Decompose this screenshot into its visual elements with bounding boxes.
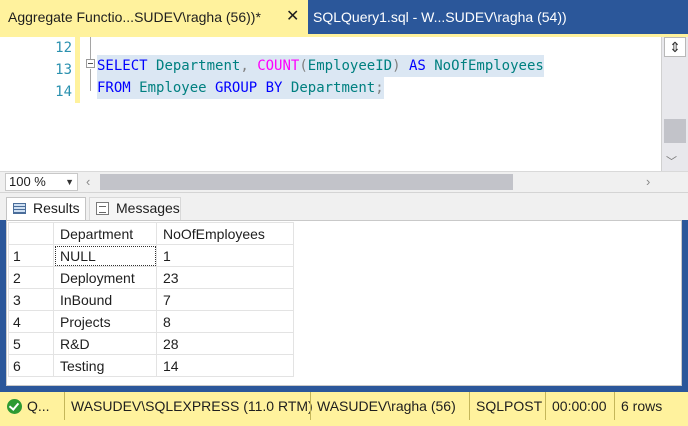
comma: , (240, 58, 249, 74)
cell-department[interactable]: InBound (53, 288, 157, 311)
row-count: 6 rows (614, 392, 662, 420)
document-tab-strip: Aggregate Functio...SUDEV\ragha (56))* ✕… (0, 0, 688, 34)
tab-results-label: Results (33, 200, 80, 216)
tab-messages-label: Messages (116, 200, 180, 216)
code-line-13[interactable]: SELECT Department, COUNT(EmployeeID) AS … (97, 55, 544, 77)
row-number[interactable]: 5 (8, 332, 54, 355)
row-number[interactable]: 3 (8, 288, 54, 311)
outline-guide (90, 37, 91, 59)
scroll-down-arrow-icon[interactable]: ﹀ (666, 153, 677, 169)
row-number-header[interactable] (8, 222, 54, 245)
editor-horizontal-bar: 100 % ▼ ‹ › (0, 171, 688, 192)
results-grid[interactable]: Department NoOfEmployees 1 NULL 1 2 Depl… (6, 220, 682, 386)
line-number: 13 (55, 62, 72, 78)
row-number[interactable]: 1 (8, 244, 54, 267)
query-editor[interactable]: 12 13 14 SELECT Department, COUNT(Employ… (0, 37, 688, 171)
identifier-department: Department (156, 58, 241, 74)
column-header-department[interactable]: Department (53, 222, 157, 245)
success-check-icon (7, 399, 22, 414)
row-number[interactable]: 4 (8, 310, 54, 333)
keyword-group-by: GROUP BY (215, 80, 283, 96)
editor-vertical-scrollbar[interactable]: ⇕ ﹀ (661, 37, 688, 171)
code-line-14[interactable]: FROM Employee GROUP BY Department; (97, 77, 384, 99)
table-row[interactable]: 3 InBound 7 (8, 288, 294, 311)
scroll-left-arrow-icon[interactable]: ‹ (86, 174, 90, 189)
tab-aggregate-functions[interactable]: Aggregate Functio...SUDEV\ragha (56))* ✕ (0, 0, 308, 34)
login-name: WASUDEV\ragha (56) (310, 392, 456, 420)
paren-close: ) (392, 58, 401, 74)
grid-icon (13, 203, 26, 214)
cell-count[interactable]: 1 (156, 244, 294, 267)
elapsed-time: 00:00:00 (545, 392, 607, 420)
column-header-noofemployees[interactable]: NoOfEmployees (156, 222, 294, 245)
table-row[interactable]: 1 NULL 1 (8, 244, 294, 267)
database-name: SQLPOST (469, 392, 542, 420)
scroll-right-arrow-icon[interactable]: › (646, 174, 650, 189)
row-number[interactable]: 2 (8, 266, 54, 289)
table-row[interactable]: 5 R&D 28 (8, 332, 294, 355)
header-row: Department NoOfEmployees (8, 222, 294, 245)
semicolon: ; (375, 80, 384, 96)
cell-count[interactable]: 28 (156, 332, 294, 355)
keyword-select: SELECT (97, 58, 148, 74)
keyword-as: AS (408, 58, 426, 74)
cell-count[interactable]: 23 (156, 266, 294, 289)
messages-icon (96, 202, 109, 215)
identifier-employeeid: EmployeeID (307, 58, 393, 74)
paren-open: ( (299, 58, 308, 74)
table-row[interactable]: 4 Projects 8 (8, 310, 294, 333)
cell-department[interactable]: NULL (53, 244, 157, 267)
identifier-department: Department (290, 80, 376, 96)
identifier-employee: Employee (139, 80, 207, 96)
server-name: WASUDEV\SQLEXPRESS (11.0 RTM) (64, 392, 313, 420)
changed-lines-indicator (75, 37, 80, 103)
query-status-bar: Q... WASUDEV\SQLEXPRESS (11.0 RTM) WASUD… (0, 392, 688, 426)
alias-noofemployees: NoOfEmployees (434, 58, 544, 74)
outline-guide (90, 69, 91, 91)
keyword-from: FROM (97, 80, 131, 96)
cell-count[interactable]: 14 (156, 354, 294, 377)
close-tab-button[interactable]: ✕ (286, 0, 299, 34)
cell-department[interactable]: Projects (53, 310, 157, 333)
split-view-button[interactable]: ⇕ (664, 37, 686, 57)
table-row[interactable]: 6 Testing 14 (8, 354, 294, 377)
cell-department[interactable]: R&D (53, 332, 157, 355)
horizontal-scrollbar-thumb[interactable] (100, 174, 513, 190)
tab-results[interactable]: Results (6, 197, 86, 220)
tab-label: SQLQuery1.sql - W...SUDEV\ragha (54)) (313, 9, 567, 25)
tab-sqlquery1[interactable]: SQLQuery1.sql - W...SUDEV\ragha (54)) (312, 0, 588, 34)
row-number[interactable]: 6 (8, 354, 54, 377)
cell-department[interactable]: Deployment (53, 266, 157, 289)
collapse-region-icon[interactable] (86, 59, 95, 68)
zoom-select[interactable]: 100 % ▼ (5, 173, 78, 191)
tab-label: Aggregate Functio...SUDEV\ragha (56))* (8, 9, 261, 25)
function-count: COUNT (257, 58, 300, 74)
results-pane-tabs: Results Messages (0, 192, 688, 220)
dropdown-arrow-icon[interactable]: ▼ (65, 174, 74, 190)
query-state: Q... (27, 398, 50, 414)
table-row[interactable]: 2 Deployment 23 (8, 266, 294, 289)
zoom-value: 100 % (9, 174, 46, 189)
cell-count[interactable]: 8 (156, 310, 294, 333)
tab-messages[interactable]: Messages (89, 197, 181, 220)
line-number: 12 (55, 40, 72, 56)
cell-department[interactable]: Testing (53, 354, 157, 377)
results-table: Department NoOfEmployees 1 NULL 1 2 Depl… (8, 222, 294, 377)
line-number: 14 (55, 84, 72, 100)
cell-count[interactable]: 7 (156, 288, 294, 311)
scrollbar-thumb[interactable] (664, 119, 686, 143)
